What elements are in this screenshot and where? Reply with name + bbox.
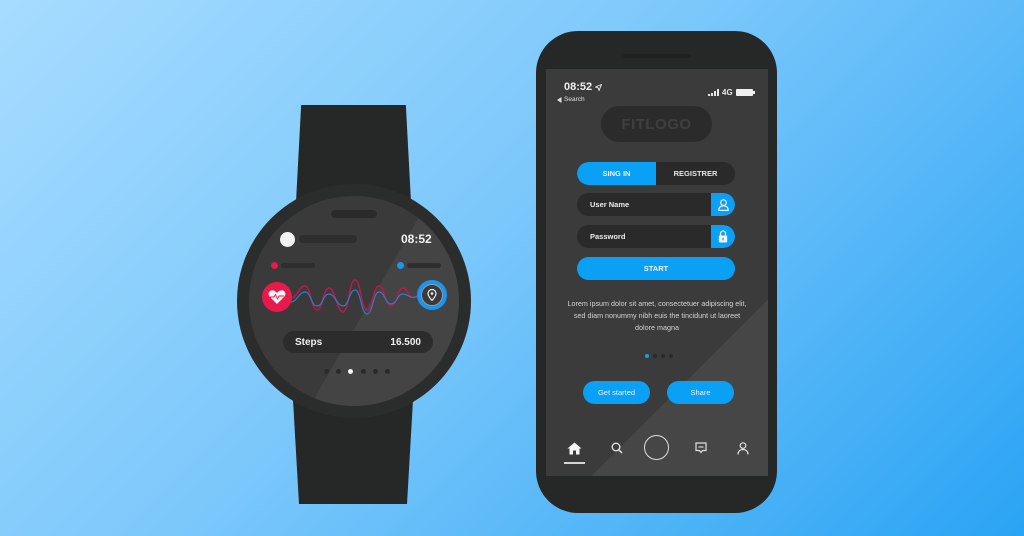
location-button-inner: [421, 284, 443, 306]
nav-profile[interactable]: [733, 437, 753, 459]
heart-legend-bar: [281, 263, 315, 268]
username-input[interactable]: [577, 193, 711, 216]
back-to-search-link[interactable]: Search: [557, 96, 585, 103]
circle-button-icon[interactable]: [644, 435, 669, 460]
location-arrow-icon: [595, 83, 603, 91]
watch-page-dot[interactable]: [360, 369, 366, 374]
auth-tabs: SING IN REGISTRER: [577, 162, 735, 185]
watch-page-dot-active[interactable]: [348, 369, 354, 374]
heart-pulse-icon: [268, 290, 286, 304]
phone-page-dot[interactable]: [669, 354, 673, 358]
watch-page-dot[interactable]: [384, 369, 390, 374]
bottom-nav: [546, 433, 768, 467]
watch-page-dot[interactable]: [324, 369, 329, 374]
watch-page-dot[interactable]: [336, 369, 342, 374]
phone-page-dot-active[interactable]: [645, 354, 649, 358]
network-type: 4G: [722, 88, 733, 97]
phone-page-dots: [645, 354, 673, 358]
tab-sign-in[interactable]: SING IN: [577, 162, 656, 185]
location-legend-bar: [407, 263, 441, 268]
search-icon: [611, 442, 623, 454]
steps-value: 16.500: [390, 336, 421, 348]
watch-page-dot[interactable]: [372, 369, 378, 374]
status-time: 08:52: [564, 81, 603, 93]
phone-page-dot[interactable]: [661, 354, 665, 358]
location-legend-dot: [397, 262, 404, 269]
status-time-text: 08:52: [564, 81, 593, 93]
username-field: [577, 193, 735, 216]
app-logo: FITLOGO: [601, 106, 712, 142]
home-icon: [567, 442, 581, 454]
chat-icon: [695, 442, 707, 454]
status-indicators: 4G: [708, 88, 755, 97]
password-input[interactable]: [577, 225, 711, 248]
watch-status-bar: [299, 235, 357, 243]
lock-icon: [711, 225, 735, 248]
location-pin-icon: [427, 289, 437, 301]
watch-page-dots: [324, 369, 390, 375]
steps-label: Steps: [295, 336, 323, 348]
get-started-button[interactable]: Get started: [583, 381, 650, 404]
phone-page-dot[interactable]: [653, 354, 657, 358]
location-button[interactable]: [417, 280, 447, 310]
start-button[interactable]: START: [577, 257, 735, 280]
back-arrow-icon: [557, 96, 562, 103]
watch-time: 08:52: [401, 232, 432, 246]
heart-rate-button[interactable]: [262, 282, 292, 312]
nav-home-active-indicator: [564, 462, 585, 464]
back-label: Search: [564, 96, 585, 103]
nav-home[interactable]: [563, 437, 585, 459]
password-field: [577, 225, 735, 248]
heart-rate-wave: [291, 279, 419, 315]
phone-speaker: [623, 54, 691, 58]
nav-messages[interactable]: [691, 437, 711, 459]
description-text: Lorem ipsum dolor sit amet, consectetuer…: [567, 299, 747, 332]
watch-face: 08:52 Steps 16.500: [249, 196, 459, 406]
watch-status-dot: [280, 232, 295, 247]
nav-search[interactable]: [608, 437, 626, 459]
share-button[interactable]: Share: [667, 381, 734, 404]
phone-screen: 08:52 Search 4G FITLOGO SING IN REGISTRE…: [546, 69, 768, 476]
battery-icon: [735, 89, 755, 96]
watch-top-indicator: [331, 210, 377, 218]
steps-card: Steps 16.500: [283, 331, 433, 353]
heart-legend-dot: [271, 262, 278, 269]
tab-register[interactable]: REGISTRER: [656, 162, 735, 185]
profile-icon: [737, 441, 749, 455]
signal-icon: [708, 89, 719, 96]
user-icon: [711, 193, 735, 216]
